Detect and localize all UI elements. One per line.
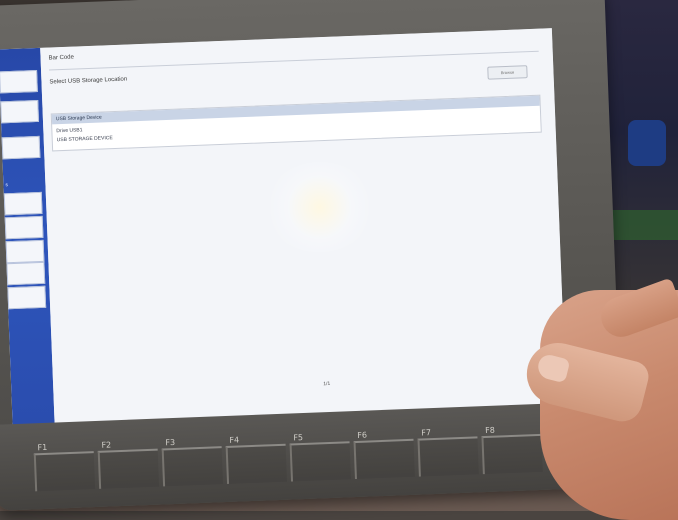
section-subtitle: Select USB Storage Location — [49, 76, 128, 86]
list-item[interactable]: Drive USB1 — [56, 127, 82, 134]
content-pane: Bar Code Select USB Storage Location Bro… — [40, 28, 567, 440]
section-header: Bar Code — [48, 54, 75, 62]
nav-item-3[interactable] — [1, 135, 41, 160]
function-key-6[interactable]: F6 — [353, 431, 415, 480]
nav-group-label: s — [5, 182, 9, 189]
function-key-label: F3 — [165, 437, 176, 448]
background-object — [612, 210, 678, 240]
nav-item-4[interactable] — [3, 191, 43, 216]
function-key-1[interactable]: F1 — [33, 443, 96, 492]
function-key-label: F8 — [485, 425, 496, 436]
tablet-screen: s Bar Code Select USB Storage Location B… — [0, 28, 567, 442]
function-key-label: F4 — [229, 435, 240, 445]
nav-item-6[interactable] — [5, 239, 45, 264]
function-key-label: F6 — [357, 430, 368, 440]
function-key-label: F5 — [293, 433, 304, 443]
nav-item-1[interactable] — [0, 69, 38, 94]
function-key-8[interactable]: F8 — [481, 426, 543, 475]
function-key-4[interactable]: F4 — [225, 435, 288, 484]
tablet-device: s Bar Code Select USB Storage Location B… — [0, 0, 624, 511]
function-key-label: F7 — [421, 428, 432, 438]
nav-item-2[interactable] — [0, 99, 40, 124]
browse-button[interactable]: Browse — [487, 65, 528, 80]
function-key-label: F2 — [101, 440, 112, 450]
storage-list[interactable]: USB Storage Device Drive USB1 USB STORAG… — [50, 94, 542, 152]
function-key-3[interactable]: F3 — [161, 438, 224, 487]
function-key-2[interactable]: F2 — [97, 440, 160, 489]
nav-item-7[interactable] — [6, 261, 46, 286]
nav-item-5[interactable] — [4, 215, 44, 240]
list-header: USB Storage Device — [51, 95, 540, 125]
jacket-logo — [628, 120, 666, 166]
function-key-label: F1 — [37, 442, 48, 453]
function-key-7[interactable]: F7 — [417, 428, 479, 477]
header-divider — [49, 50, 539, 71]
page-indicator: 1/1 — [323, 380, 331, 388]
nav-item-8[interactable] — [7, 285, 47, 310]
list-item[interactable]: USB STORAGE DEVICE — [57, 135, 113, 143]
function-key-5[interactable]: F5 — [289, 433, 351, 482]
